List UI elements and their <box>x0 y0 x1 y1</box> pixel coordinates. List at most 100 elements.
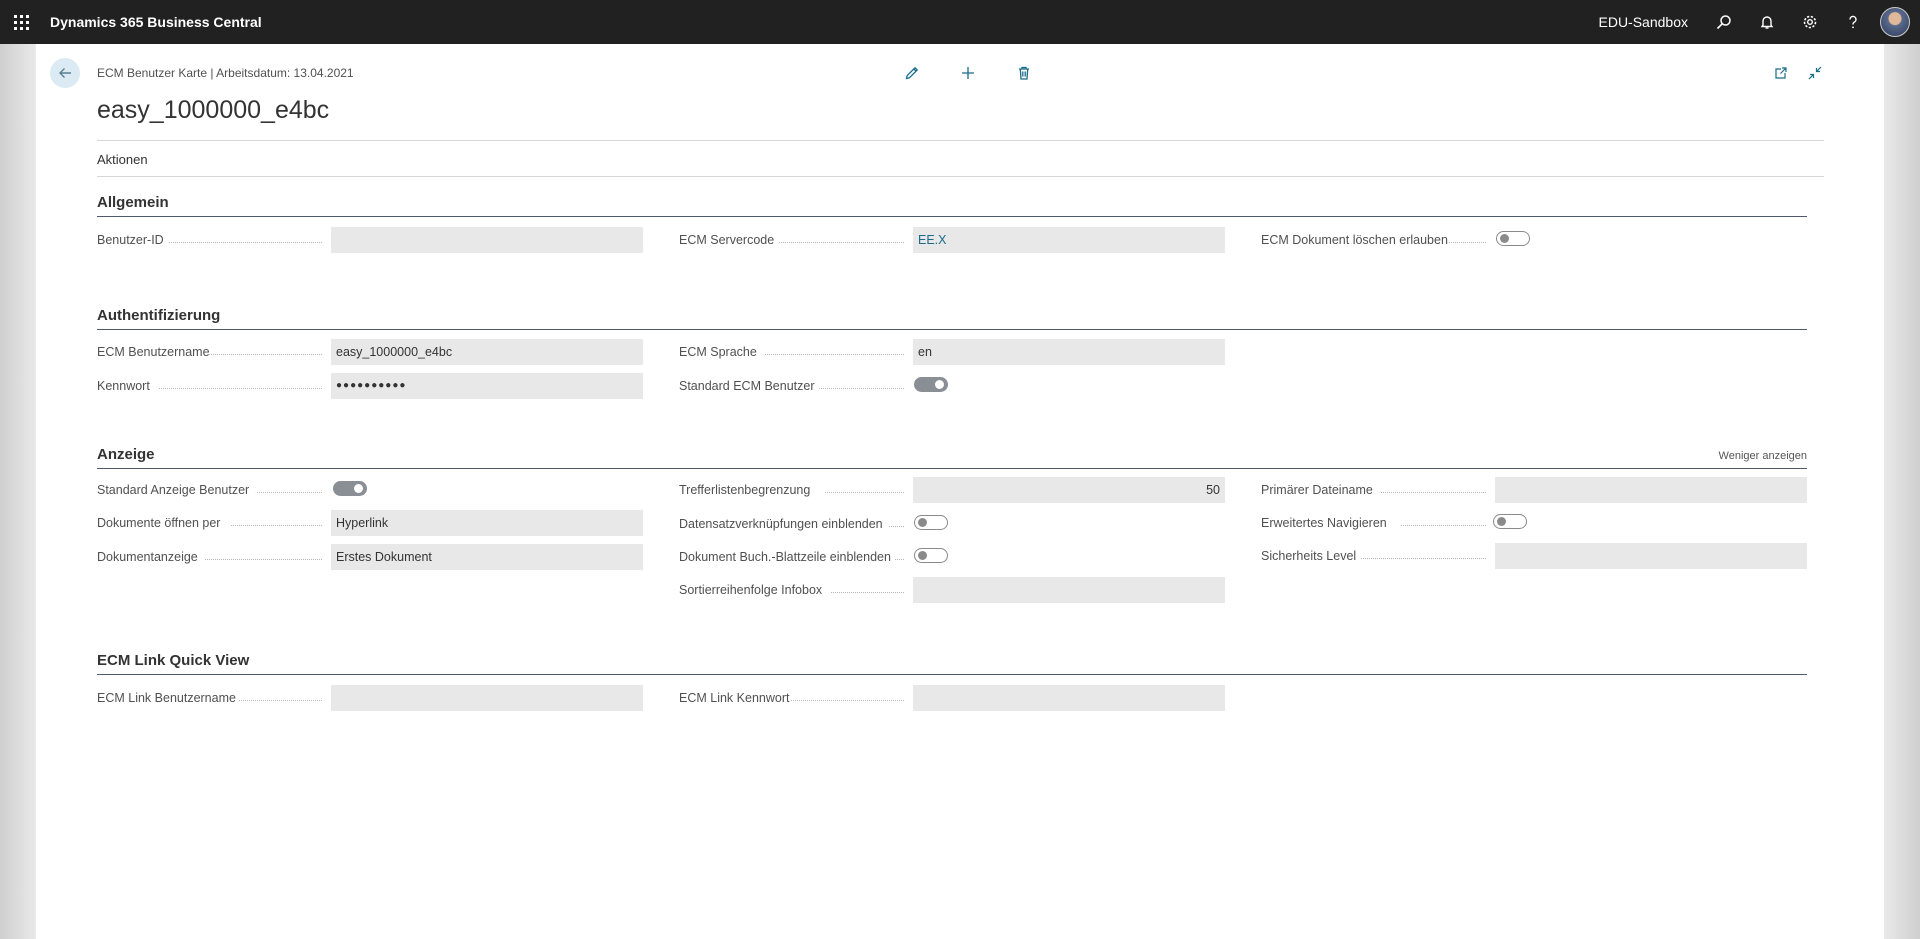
field-datensatzverknuepfungen: Datensatzverknüpfungen einblenden <box>679 511 1244 537</box>
field-label: Erweitertes Navigieren <box>1261 516 1387 530</box>
breadcrumb: ECM Benutzer Karte | Arbeitsdatum: 13.04… <box>97 66 354 80</box>
label-leader <box>819 388 904 389</box>
app-launcher-icon[interactable] <box>0 0 42 44</box>
section-title-quick-view: ECM Link Quick View <box>97 652 250 669</box>
dokument-buch-blattzeile-toggle[interactable] <box>914 548 948 563</box>
section-title-allgemein: Allgemein <box>97 194 169 211</box>
environment-name[interactable]: EDU-Sandbox <box>1599 14 1689 30</box>
field-label: Sortierreihenfolge Infobox <box>679 583 823 597</box>
dokumentanzeige-select[interactable]: Erstes Dokument <box>331 544 643 570</box>
section-authentifizierung: Authentifizierung ECM Benutzername easy_… <box>97 305 1807 435</box>
ecm-link-kennwort-input[interactable] <box>913 685 1225 711</box>
field-label: ECM Link Kennwort <box>679 691 790 705</box>
label-leader <box>825 492 904 493</box>
field-label: Benutzer-ID <box>97 233 164 247</box>
field-ecm-link-benutzername: ECM Link Benutzername <box>97 685 662 711</box>
section-anzeige: Anzeige Weniger anzeigen Standard Anzeig… <box>97 444 1807 644</box>
record-actions <box>898 62 1038 84</box>
section-allgemein: Allgemein Benutzer-ID ECM Servercode EE.… <box>97 192 1807 302</box>
field-ecm-dokument-loeschen: ECM Dokument löschen erlauben <box>1261 227 1826 253</box>
field-label: ECM Benutzername <box>97 345 210 359</box>
dokumente-oeffnen-per-select[interactable]: Hyperlink <box>331 510 643 536</box>
label-leader <box>779 242 904 243</box>
card-page: ECM Benutzer Karte | Arbeitsdatum: 13.04… <box>36 44 1884 939</box>
pencil-edit-icon[interactable] <box>898 62 926 84</box>
label-leader <box>209 354 322 355</box>
field-label: Standard Anzeige Benutzer <box>97 483 250 497</box>
ecm-sprache-input[interactable]: en <box>913 339 1225 365</box>
section-title-anzeige: Anzeige <box>97 446 155 463</box>
ecm-link-benutzername-input[interactable] <box>331 685 643 711</box>
field-sicherheits-level: Sicherheits Level <box>1261 543 1826 569</box>
field-label: Primärer Dateiname <box>1261 483 1373 497</box>
trefferlistenbegrenzung-input[interactable]: 50 <box>913 477 1225 503</box>
settings-gear-icon[interactable] <box>1788 0 1831 44</box>
user-avatar[interactable] <box>1880 7 1910 37</box>
ecm-dokument-loeschen-toggle[interactable] <box>1496 231 1530 246</box>
label-leader <box>1361 558 1486 559</box>
kennwort-input[interactable]: ●●●●●●●●●● <box>331 373 643 399</box>
open-in-new-window-icon[interactable] <box>1770 62 1792 84</box>
field-ecm-sprache: ECM Sprache en <box>679 339 1244 365</box>
sortierreihenfolge-infobox-input[interactable] <box>913 577 1225 603</box>
field-erweitertes-navigieren: Erweitertes Navigieren <box>1261 510 1826 536</box>
section-header-allgemein[interactable]: Allgemein <box>97 192 1807 217</box>
section-header-anzeige[interactable]: Anzeige Weniger anzeigen <box>97 444 1807 469</box>
top-right-tools: EDU-Sandbox <box>1599 0 1920 44</box>
help-question-icon[interactable] <box>1831 0 1874 44</box>
primaerer-dateiname-input[interactable] <box>1495 477 1807 503</box>
field-ecm-link-kennwort: ECM Link Kennwort <box>679 685 1244 711</box>
field-label: ECM Link Benutzername <box>97 691 236 705</box>
ecm-servercode-input[interactable]: EE.X <box>913 227 1225 253</box>
ecm-benutzername-input[interactable]: easy_1000000_e4bc <box>331 339 643 365</box>
field-label: Trefferlistenbegrenzung <box>679 483 811 497</box>
datensatzverknuepfungen-toggle[interactable] <box>914 515 948 530</box>
label-leader <box>239 700 322 701</box>
field-kennwort: Kennwort ●●●●●●●●●● <box>97 373 662 399</box>
show-less-link[interactable]: Weniger anzeigen <box>1719 450 1807 462</box>
section-header-authentifizierung[interactable]: Authentifizierung <box>97 305 1807 330</box>
field-dokumente-oeffnen-per: Dokumente öffnen per Hyperlink <box>97 510 662 536</box>
app-title[interactable]: Dynamics 365 Business Central <box>50 14 262 30</box>
collapse-arrows-icon[interactable] <box>1804 62 1826 84</box>
field-sortierreihenfolge-infobox: Sortierreihenfolge Infobox <box>679 577 1244 603</box>
section-header-quick-view[interactable]: ECM Link Quick View <box>97 650 1807 675</box>
field-label: Standard ECM Benutzer <box>679 379 815 393</box>
trash-delete-icon[interactable] <box>1010 62 1038 84</box>
label-leader <box>1401 525 1486 526</box>
field-label: Sicherheits Level <box>1261 549 1357 563</box>
back-arrow-icon[interactable] <box>50 58 80 88</box>
field-dokument-buch-blattzeile: Dokument Buch.-Blattzeile einblenden <box>679 544 1244 570</box>
benutzer-id-input[interactable] <box>331 227 643 253</box>
field-label: Kennwort <box>97 379 150 393</box>
label-leader <box>831 592 904 593</box>
notification-bell-icon[interactable] <box>1745 0 1788 44</box>
label-leader <box>257 492 322 493</box>
standard-anzeige-benutzer-toggle[interactable] <box>333 481 367 496</box>
section-ecm-link-quick-view: ECM Link Quick View ECM Link Benutzernam… <box>97 650 1807 740</box>
label-leader <box>159 388 322 389</box>
label-leader <box>1381 492 1486 493</box>
field-ecm-servercode: ECM Servercode EE.X <box>679 227 1244 253</box>
field-trefferlistenbegrenzung: Trefferlistenbegrenzung 50 <box>679 477 1244 503</box>
field-label: ECM Servercode <box>679 233 775 247</box>
field-standard-anzeige-benutzer: Standard Anzeige Benutzer <box>97 477 662 503</box>
sicherheits-level-select[interactable] <box>1495 543 1807 569</box>
actions-menu-item[interactable]: Aktionen <box>97 152 148 167</box>
section-title-authentifizierung: Authentifizierung <box>97 307 221 324</box>
field-ecm-benutzername: ECM Benutzername easy_1000000_e4bc <box>97 339 662 365</box>
plus-new-icon[interactable] <box>954 62 982 84</box>
field-label: ECM Sprache <box>679 345 757 359</box>
top-navigation-bar: Dynamics 365 Business Central EDU-Sandbo… <box>0 0 1920 44</box>
standard-ecm-benutzer-toggle[interactable] <box>914 377 948 392</box>
label-leader <box>169 242 322 243</box>
label-leader <box>1449 242 1486 243</box>
field-label: Datensatzverknüpfungen einblenden <box>679 517 883 531</box>
field-label: ECM Dokument löschen erlauben <box>1261 233 1448 247</box>
action-menu-bar: Aktionen <box>97 140 1824 177</box>
label-leader <box>765 354 904 355</box>
field-benutzer-id: Benutzer-ID <box>97 227 662 253</box>
label-leader <box>791 700 904 701</box>
erweitertes-navigieren-toggle[interactable] <box>1493 514 1527 529</box>
search-icon[interactable] <box>1702 0 1745 44</box>
